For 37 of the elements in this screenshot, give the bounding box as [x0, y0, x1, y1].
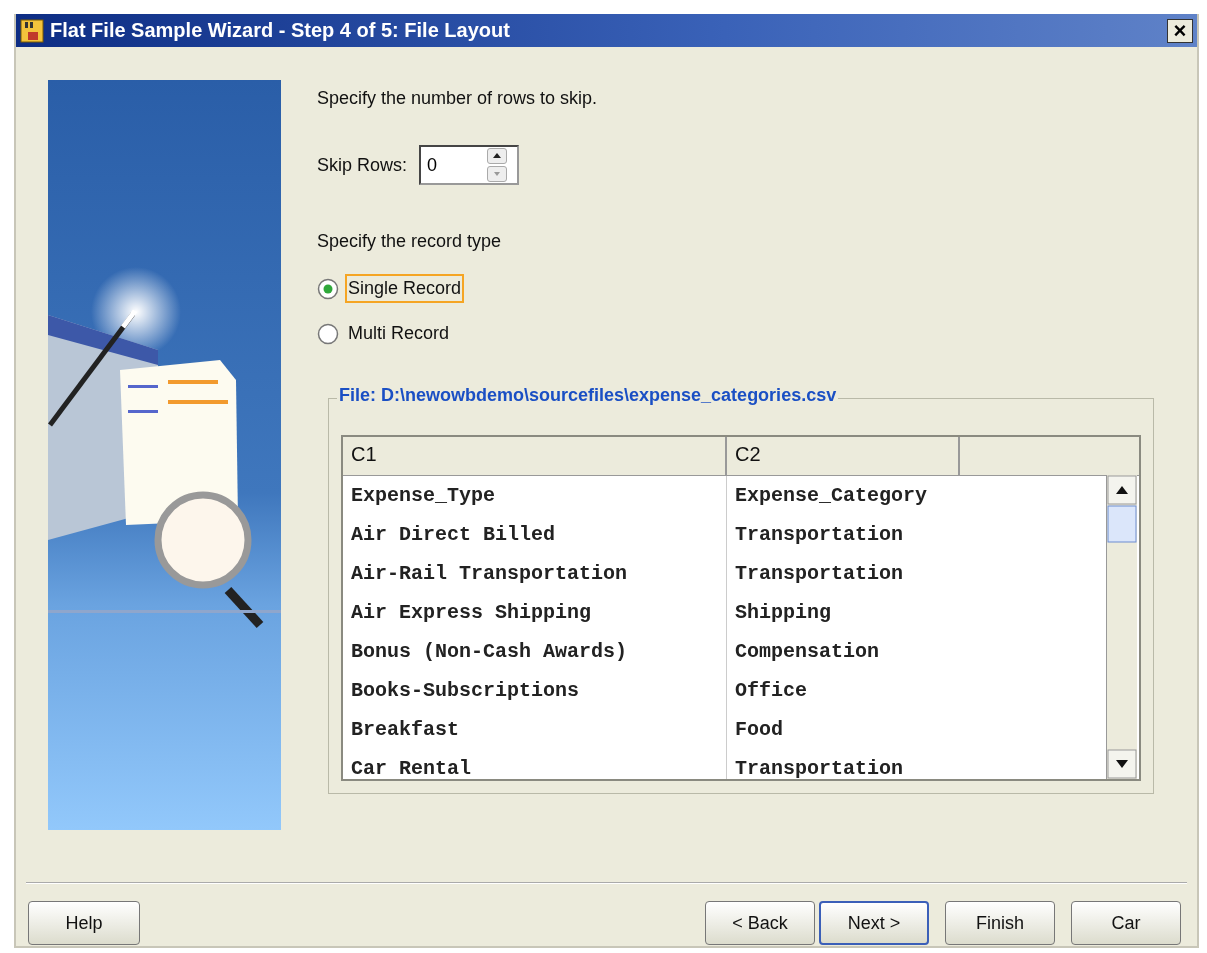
table-cell: Expense_Type [343, 476, 727, 515]
table-cell: Air Direct Billed [343, 515, 727, 554]
wizard-button[interactable]: < Back [705, 901, 815, 945]
table-cell-text: Food [734, 717, 784, 743]
column-header[interactable]: C2 [727, 437, 960, 475]
table-cell: Bonus (Non-Cash Awards) [343, 632, 727, 671]
group-title: File: D:\newowbdemo\sourcefiles\expense_categories.csv [337, 385, 839, 406]
radio-button[interactable] [317, 322, 339, 345]
instruction-text: Specify the number of rows to skip. [317, 88, 599, 109]
window-title: Flat File Sample Wizard - Step 4 of 5: File Layout [50, 19, 511, 42]
radio-label[interactable]: Multi Record [345, 319, 453, 348]
table-cell-text: Transportation [734, 561, 905, 587]
table-cell: Breakfast [343, 710, 727, 749]
column-header[interactable]: C1 [343, 437, 727, 475]
scrollbar[interactable] [1106, 475, 1137, 779]
table-cell-text: Transportation [734, 756, 905, 779]
table-cell-text: Transportation [734, 522, 905, 548]
table-cell-text: Office [734, 678, 808, 704]
table-cell: Air-Rail Transportation [343, 554, 727, 593]
wizard-button[interactable]: Help [28, 901, 140, 945]
wizard-button[interactable]: Car [1071, 901, 1181, 945]
wizard-button[interactable]: Next > [819, 901, 929, 945]
table-cell-text: Expense_Category [734, 483, 929, 509]
radio-button[interactable] [317, 277, 339, 300]
field-label: Skip Rows: [317, 154, 408, 176]
table-cell-text: Compensation [734, 639, 881, 665]
instruction-text: Specify the record type [317, 231, 503, 252]
radio-label[interactable]: Single Record [345, 274, 465, 303]
app-icon [20, 18, 44, 43]
wizard-button[interactable]: Finish [945, 901, 1055, 945]
skip-rows-spinner[interactable]: 0 [419, 145, 520, 185]
table-cell-text: Shipping [734, 600, 832, 626]
close-button[interactable]: × [1167, 18, 1193, 43]
table-cell: Books-Subscriptions [343, 671, 727, 710]
skip-rows-input[interactable]: 0 [427, 154, 488, 176]
table-cell: Air Express Shipping [343, 593, 727, 632]
table-cell: Car Rental [343, 749, 727, 779]
